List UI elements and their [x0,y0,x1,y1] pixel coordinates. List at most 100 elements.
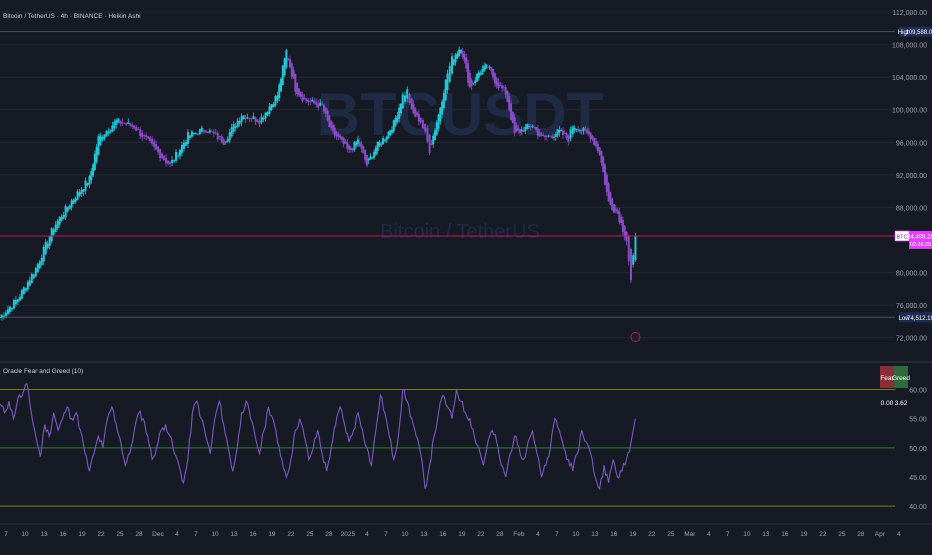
candle-body [178,149,181,157]
candle-body [337,134,340,137]
candle-body [137,128,140,130]
candle-body [580,130,583,132]
time-axis-label: 22 [648,531,656,538]
time-axis-label: 7 [726,531,730,538]
candle-body [463,54,466,62]
candle-body [392,120,395,132]
candle-body [428,134,431,153]
candle-body [554,134,557,137]
candle-body [109,130,112,133]
candle-body [113,121,116,129]
candle-body [595,141,598,147]
candle-body [382,138,385,145]
high-value-label: 109,588.00 [905,30,932,36]
candle-body [444,79,447,101]
candle-body [544,135,547,138]
price-axis-label: 112,000.00 [892,10,927,17]
candle-body [290,63,293,77]
candle-body [417,113,420,122]
candle-body [210,131,213,133]
candle-body [472,82,475,84]
candle-body [355,142,358,146]
candle-body [218,136,221,137]
candle-body [406,89,409,99]
candle-body [376,141,379,152]
candle-body [474,80,477,83]
price-axis-label: 72,000.00 [896,336,927,343]
candle-body [254,117,257,122]
chart-canvas[interactable]: 112,000.00 108,000.00 104,000.00 100,000.00… [0,0,932,550]
candle-body [458,49,461,56]
candle-body [598,147,601,155]
candle-body [421,120,424,129]
candle-body [117,118,120,123]
candle-body [165,157,168,164]
candle-body [40,257,43,265]
price-axis-label: 96,000.00 [896,140,927,147]
candle-body [339,135,342,138]
candle-body [342,137,345,145]
candle-body [513,117,516,134]
candle-body [238,120,241,124]
candle-body [131,124,134,127]
candle-body [348,145,351,150]
candle-body [506,90,509,102]
osc-axis-label: 60.00 [909,388,927,395]
candle-body [621,219,624,233]
candle-body [394,117,397,126]
candle-body [84,180,87,191]
candle-body [364,149,367,161]
candle-body [437,114,440,129]
time-axis-label: 4 [897,531,901,538]
candle-body [296,82,299,94]
candle-body [68,205,71,210]
candle-body [236,120,239,128]
candle-body [481,69,484,75]
candle-body [228,132,231,141]
event-marker-icon[interactable] [630,332,641,342]
time-axis-label: 28 [496,531,504,538]
candle-body [499,85,502,86]
candle-body [16,299,19,303]
time-axis-label: 7 [194,531,198,538]
candle-body [82,189,85,192]
candle-body [105,130,108,137]
candle-body [196,133,199,135]
candle-body [311,99,314,102]
candle-body [433,130,436,141]
candle-body [495,78,498,86]
candle-body [389,130,392,136]
candle-body [190,131,193,137]
symbol-title[interactable]: Bitcoin / TetherUS · 4h · BINANCE · Heik… [3,13,141,20]
candle-body [387,131,390,139]
candle-body [408,93,411,103]
candle-body [591,135,594,140]
candle-body [115,120,118,126]
time-axis-label: 28 [857,531,865,538]
time-axis-label: 22 [477,531,485,538]
candle-body [42,246,45,262]
candle-body [435,122,438,136]
candle-body [490,66,493,72]
candle-body [6,309,9,315]
candle-body [565,133,568,138]
candle-body [373,151,376,158]
chart-root[interactable]: 112,000.00 108,000.00 104,000.00 100,000.00… [0,0,932,550]
time-axis-label: 25 [306,531,314,538]
candle-body [214,132,217,134]
candle-body [403,95,406,102]
candle-body [391,129,394,133]
candle-body [358,141,361,147]
candle-body [533,126,536,128]
candle-body [492,69,495,78]
candle-body [242,115,245,120]
candle-body [86,183,89,186]
indicator-title[interactable]: Oracle Fear and Greed (10) [3,368,83,375]
candle-body [578,130,581,131]
symbol-tag: BTC [897,234,908,240]
candle-body [360,144,363,149]
candle-body [479,73,482,75]
osc-axis-label: 40.00 [909,504,927,511]
candle-body [264,112,267,119]
candle-body [439,107,442,122]
